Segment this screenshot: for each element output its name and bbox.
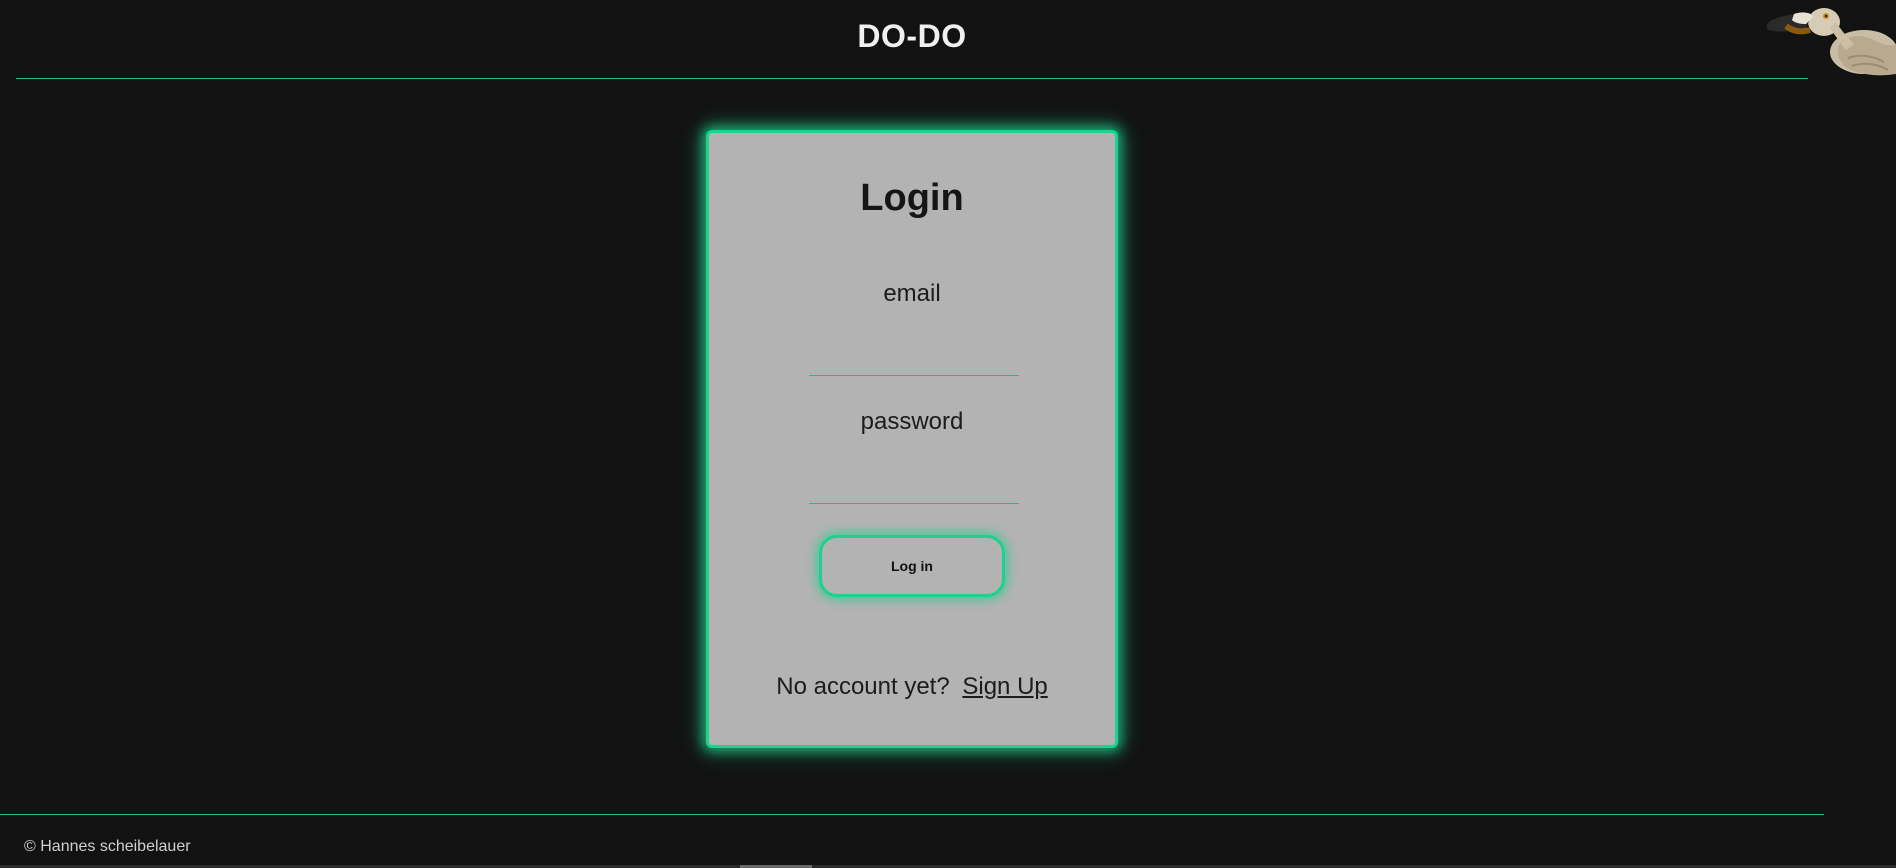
- copyright-text: © Hannes scheibelauer: [24, 838, 191, 855]
- signup-link[interactable]: Sign Up: [962, 673, 1047, 700]
- dodo-bird-icon: [1766, 8, 1896, 76]
- header-divider: [16, 78, 1808, 79]
- site-title: DO-DO: [857, 18, 967, 54]
- password-label: password: [860, 408, 964, 435]
- login-title: Login: [860, 177, 964, 219]
- login-button[interactable]: Log in: [819, 535, 1005, 597]
- signup-prompt: No account yet?: [776, 673, 950, 700]
- password-field[interactable]: [809, 474, 1019, 504]
- site-header: DO-DO: [0, 0, 1896, 80]
- login-card: Login email password Log in No account y…: [706, 130, 1118, 748]
- signup-row: No account yet? Sign Up: [709, 673, 1115, 701]
- footer-divider: [0, 814, 1824, 815]
- email-field[interactable]: [809, 346, 1019, 376]
- email-label: email: [883, 280, 941, 307]
